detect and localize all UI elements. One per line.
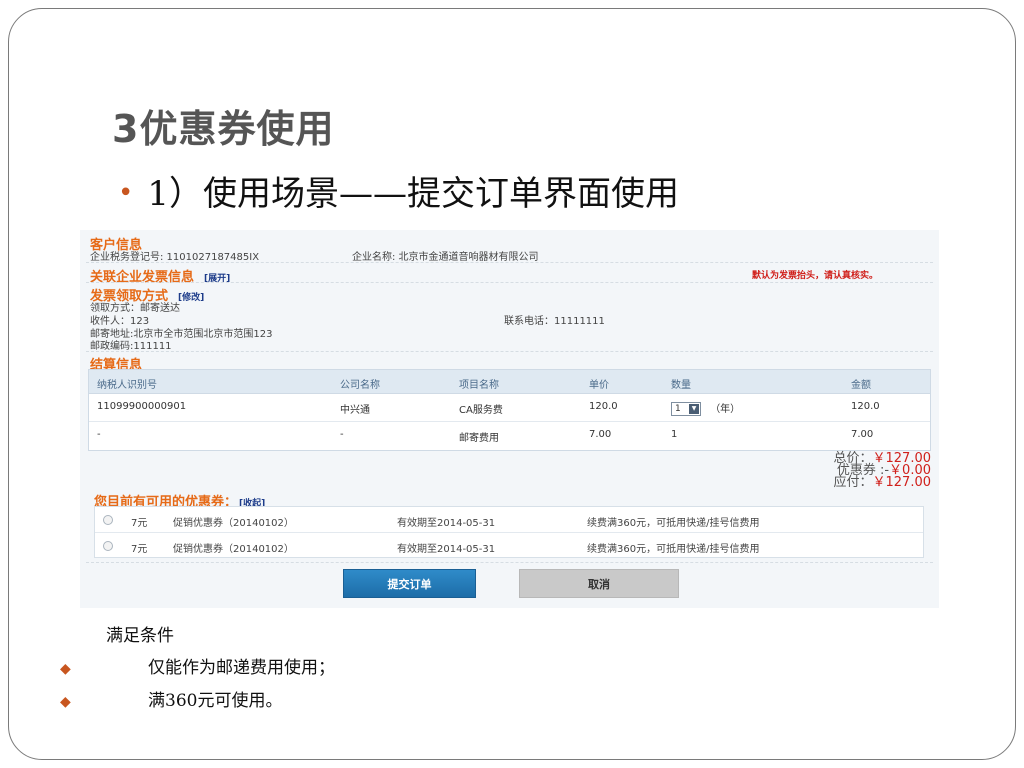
slide-subtitle: • 1）使用场景——提交订单界面使用 <box>118 166 679 215</box>
table-row: - - 邮寄费用 7.00 1 7.00 <box>89 422 930 450</box>
cancel-button[interactable]: 取消 <box>519 569 679 598</box>
chevron-down-icon: ▼ <box>689 404 699 414</box>
submit-order-button[interactable]: 提交订单 <box>343 569 476 598</box>
tax-id-cell: - <box>97 429 101 440</box>
qty-cell: 1 <box>671 429 678 440</box>
coupon-radio[interactable] <box>103 541 113 551</box>
coupon-value: 7元 <box>131 544 148 555</box>
invoice-notice: 默认为发票抬头，请认真核实。 <box>752 271 879 281</box>
divider <box>86 282 933 283</box>
pay-label: 应付： <box>833 475 873 490</box>
item-cell: 邮寄费用 <box>459 433 499 444</box>
column-header: 纳税人识别号 <box>97 380 157 391</box>
divider <box>86 262 933 263</box>
subtitle-text: 1）使用场景——提交订单界面使用 <box>147 174 679 214</box>
slide-title: 3优惠券使用 <box>112 107 335 151</box>
coupon-item[interactable]: 7元 促销优惠券（20140102） 有效期至2014-05-31 续费满360… <box>95 507 923 533</box>
conditions-title: 满足条件 <box>106 626 174 646</box>
diamond-bullet-icon: ◆ <box>60 694 71 710</box>
quantity-select[interactable]: 1 ▼ <box>671 402 701 416</box>
company-name-text: 企业名称: 北京市金通道音响器材有限公司 <box>352 252 539 263</box>
tax-id-text: 企业税务登记号: 1101027187485IX <box>90 252 260 263</box>
price-cell: 120.0 <box>589 401 618 412</box>
pay-line: 应付：￥127.00 <box>833 475 932 490</box>
diamond-bullet-icon: ◆ <box>60 661 71 677</box>
table-header: 纳税人识别号 公司名称 项目名称 单价 数量 金额 <box>89 370 930 394</box>
table-row: 11099900000901 中兴通 CA服务费 120.0 1 ▼ （年） 12… <box>89 394 930 422</box>
coupon-radio[interactable] <box>103 515 113 525</box>
amount-cell: 7.00 <box>851 429 874 440</box>
coupon-name: 促销优惠券（20140102） <box>173 518 294 529</box>
coupon-name: 促销优惠券（20140102） <box>173 544 294 555</box>
company-cell: - <box>340 429 344 440</box>
coupon-value: 7元 <box>131 518 148 529</box>
condition-text: 满360元可使用。 <box>148 691 283 711</box>
column-header: 金额 <box>851 380 871 391</box>
condition-item: ◆ 仅能作为邮递费用使用； <box>60 653 335 678</box>
bullet-dot-icon: • <box>118 178 134 208</box>
coupon-item[interactable]: 7元 促销优惠券（20140102） 有效期至2014-05-31 续费满360… <box>95 533 923 559</box>
divider <box>86 562 933 563</box>
condition-item: ◆ 满360元可使用。 <box>60 686 282 711</box>
price-cell: 7.00 <box>589 429 612 440</box>
postcode-text: 邮政编码:111111 <box>90 341 172 352</box>
coupon-rule: 续费满360元，可抵用快递/挂号信费用 <box>587 518 760 529</box>
coupon-validity: 有效期至2014-05-31 <box>397 544 496 555</box>
column-header: 项目名称 <box>459 380 499 391</box>
column-header: 数量 <box>671 380 691 391</box>
quantity-unit: （年） <box>710 404 741 415</box>
phone-text: 联系电话：11111111 <box>504 316 605 327</box>
tax-id-cell: 11099900000901 <box>97 401 187 412</box>
condition-text: 仅能作为邮递费用使用； <box>148 658 335 678</box>
amount-cell: 120.0 <box>851 401 880 412</box>
coupon-validity: 有效期至2014-05-31 <box>397 518 496 529</box>
coupon-rule: 续费满360元，可抵用快递/挂号信费用 <box>587 544 760 555</box>
column-header: 公司名称 <box>340 380 380 391</box>
divider <box>86 351 933 352</box>
pay-value: ￥127.00 <box>872 475 932 490</box>
column-header: 单价 <box>589 380 609 391</box>
settlement-table: 纳税人识别号 公司名称 项目名称 单价 数量 金额 11099900000901… <box>88 369 931 451</box>
order-screenshot: 客户信息 企业税务登记号: 1101027187485IX 企业名称: 北京市金… <box>80 230 939 608</box>
quantity-value: 1 <box>675 404 681 414</box>
edit-link[interactable]: [修改] <box>178 293 204 303</box>
order-totals: 总价：￥127.00 优惠券 :-￥0.00 应付：￥127.00 <box>833 452 932 490</box>
item-cell: CA服务费 <box>459 405 503 416</box>
coupon-list: 7元 促销优惠券（20140102） 有效期至2014-05-31 续费满360… <box>94 506 924 558</box>
company-cell: 中兴通 <box>340 405 370 416</box>
qty-cell: 1 ▼ （年） <box>671 400 740 416</box>
